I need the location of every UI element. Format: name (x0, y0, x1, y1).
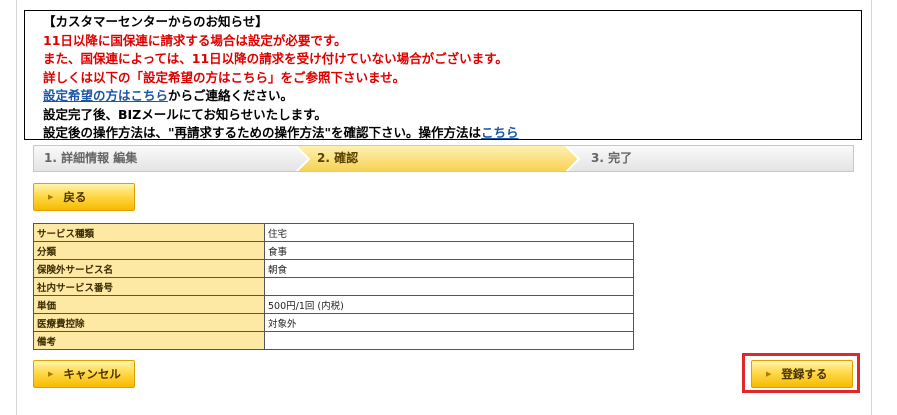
table-row: 社内サービス番号 (33, 277, 634, 296)
content-border-right (871, 0, 872, 415)
notice-line: 11日以降に国保連に請求する場合は設定が必要です。 (43, 32, 347, 48)
row-value: 朝食 (264, 259, 634, 278)
row-label: 備考 (33, 331, 265, 350)
notice-line: また、国保連によっては、11日以降の請求を受け付けていない場合がございます。 (43, 51, 508, 66)
row-value: 住宅 (264, 223, 634, 242)
table-row: 備考 (33, 331, 634, 350)
row-value (264, 331, 634, 350)
step-1-label: 1. 詳細情報 編集 (44, 151, 138, 165)
notice-line: 設定完了後、BIZメールにてお知らせいたします。 (43, 106, 327, 122)
step-progress-shapes (294, 146, 581, 171)
table-row: 保険外サービス名 朝食 (33, 259, 634, 278)
table-row: サービス種類 住宅 (33, 223, 634, 242)
register-button[interactable]: ▶ 登録する (751, 360, 853, 388)
notice-line: 設定希望の方はこちらからご連絡ください。 (43, 87, 861, 106)
notice-text: 設定後の操作方法は、"再請求するための操作方法"を確認下さい。操作方法は (43, 125, 482, 140)
operation-method-link[interactable]: こちら (481, 125, 519, 140)
back-button-label: 戻る (63, 190, 87, 204)
chevron-right-icon: ▶ (48, 193, 54, 201)
chevron-right-icon: ▶ (766, 370, 772, 378)
cancel-button-label: キャンセル (63, 367, 121, 381)
row-value: 対象外 (264, 313, 634, 332)
row-value (264, 277, 634, 296)
row-label: 単価 (33, 295, 265, 314)
notice-title: 【カスタマーセンターからのお知らせ】 (43, 14, 268, 29)
notice-text: からご連絡ください。 (168, 88, 294, 103)
row-label: 分類 (33, 241, 265, 260)
row-value: 食事 (264, 241, 634, 260)
settings-request-link[interactable]: 設定希望の方はこちら (43, 88, 168, 103)
chevron-right-icon: ▶ (48, 370, 54, 378)
cancel-button[interactable]: ▶ キャンセル (33, 360, 135, 388)
notice-line: 詳しくは以下の「設定希望の方はこちら」をご参照下さいませ。 (43, 69, 406, 85)
service-details-table: サービス種類 住宅 分類 食事 保険外サービス名 朝食 社内サービス番号 単価 … (33, 223, 634, 350)
notice-line: 設定後の操作方法は、"再請求するための操作方法"を確認下さい。操作方法はこちら (43, 124, 861, 143)
back-button[interactable]: ▶ 戻る (33, 183, 135, 211)
row-label: 保険外サービス名 (33, 259, 265, 278)
table-row: 医療費控除 対象外 (33, 313, 634, 332)
row-value: 500円/1回 (内税) (264, 295, 634, 314)
step-progress-bar: 1. 詳細情報 編集 2. 確認 3. 完了 (33, 145, 854, 172)
register-button-label: 登録する (781, 367, 828, 381)
row-label: サービス種類 (33, 223, 265, 242)
customer-center-notice: 【カスタマーセンターからのお知らせ】 11日以降に国保連に請求する場合は設定が必… (24, 10, 862, 140)
table-row: 単価 500円/1回 (内税) (33, 295, 634, 314)
row-label: 医療費控除 (33, 313, 265, 332)
content-border-left (16, 0, 17, 415)
table-row: 分類 食事 (33, 241, 634, 260)
step-3-label: 3. 完了 (591, 151, 633, 165)
row-label: 社内サービス番号 (33, 277, 265, 296)
step-2-label: 2. 確認 (317, 151, 359, 165)
